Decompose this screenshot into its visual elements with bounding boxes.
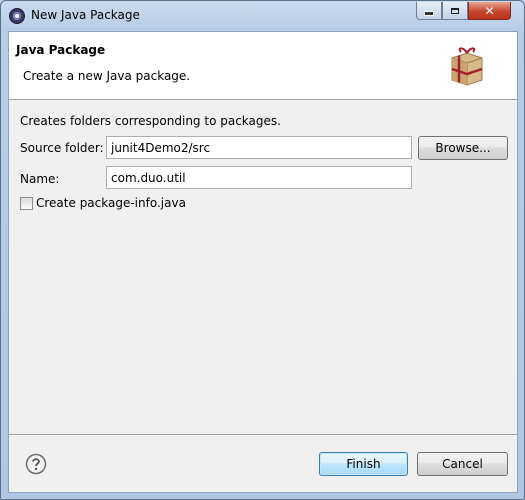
maximize-button[interactable]	[442, 2, 468, 20]
window-title: New Java Package	[31, 8, 140, 22]
wizard-banner: Java Package Create a new Java package.	[9, 32, 517, 100]
name-input[interactable]	[106, 166, 412, 189]
source-folder-label: Source folder:	[20, 141, 104, 155]
package-info-label[interactable]: Create package-info.java	[36, 196, 186, 210]
package-icon	[451, 47, 483, 86]
dialog-client-area: Java Package Create a new Java package. …	[8, 31, 518, 493]
minimize-icon	[424, 11, 434, 16]
maximize-icon	[451, 7, 459, 14]
banner-description: Create a new Java package.	[23, 69, 191, 83]
close-icon: ✕	[484, 3, 495, 18]
source-folder-input[interactable]	[106, 136, 412, 159]
cancel-button[interactable]: Cancel	[417, 452, 508, 476]
title-bar[interactable]: New Java Package ✕	[1, 1, 524, 31]
finish-button[interactable]: Finish	[319, 452, 408, 476]
dialog-window: New Java Package ✕ Java Package Create a…	[0, 0, 525, 500]
minimize-button[interactable]	[416, 2, 442, 20]
help-icon[interactable]	[25, 453, 47, 475]
browse-button[interactable]: Browse...	[418, 136, 508, 160]
footer-separator	[9, 434, 517, 436]
name-label: Name:	[20, 172, 60, 186]
package-info-checkbox[interactable]	[20, 197, 33, 210]
banner-title: Java Package	[16, 43, 106, 57]
close-button[interactable]: ✕	[468, 2, 511, 20]
intro-text: Creates folders corresponding to package…	[20, 114, 281, 128]
eclipse-icon	[9, 8, 25, 24]
